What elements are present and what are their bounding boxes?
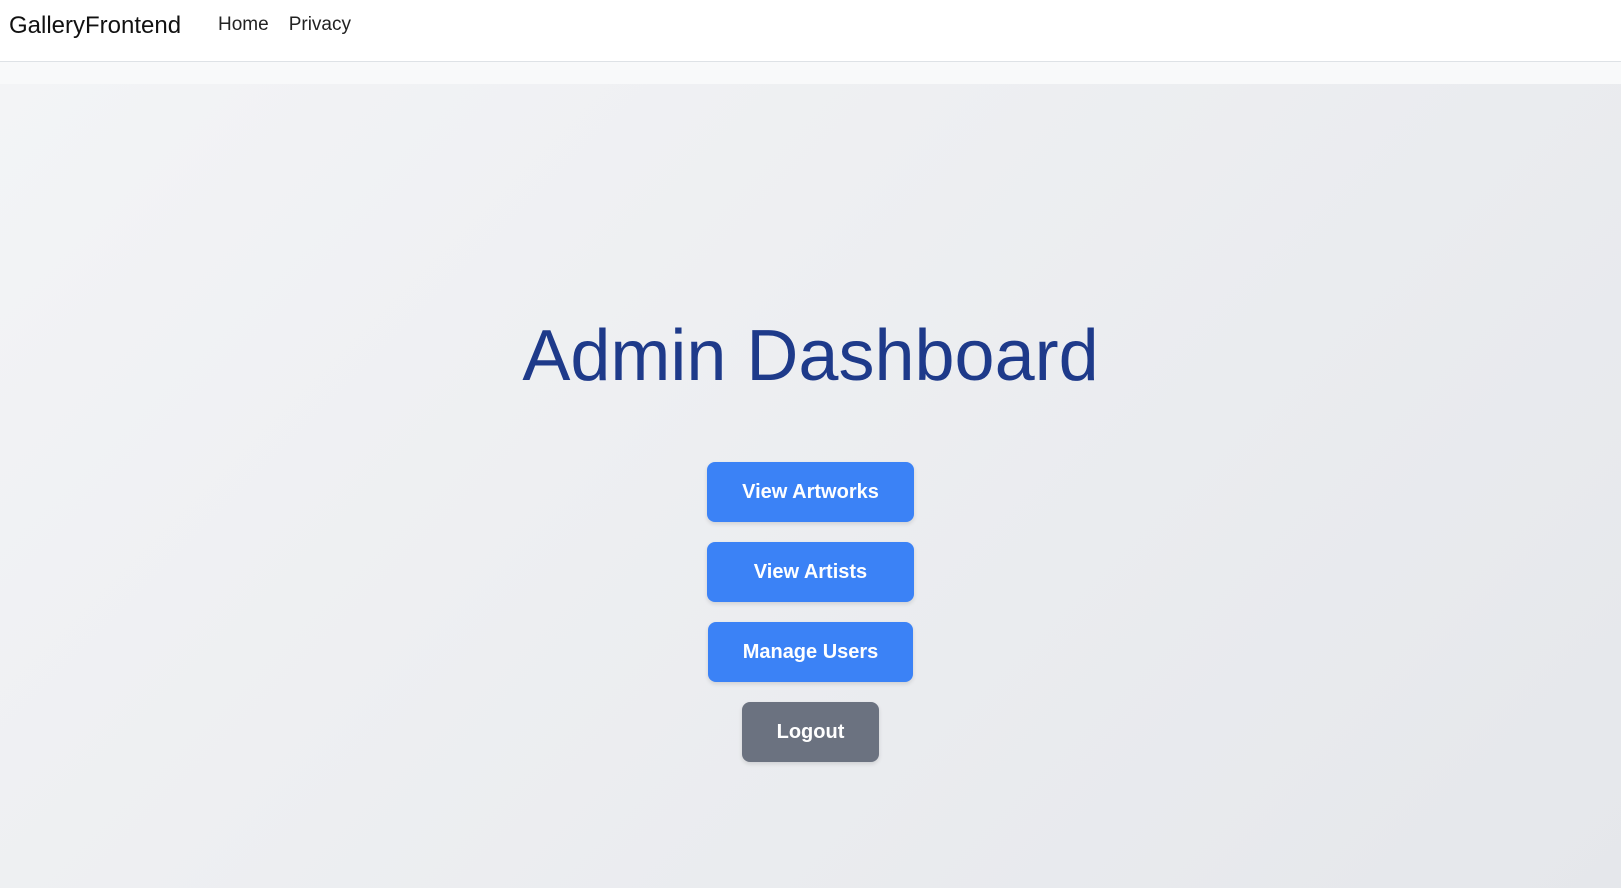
manage-users-button[interactable]: Manage Users xyxy=(707,622,914,682)
view-artists-button[interactable]: View Artists xyxy=(707,542,914,602)
nav-link-home[interactable]: Home xyxy=(218,14,269,36)
header-spacer xyxy=(0,62,1621,84)
view-artworks-button[interactable]: View Artworks xyxy=(707,462,914,522)
top-navbar: GalleryFrontend Home Privacy xyxy=(0,0,1621,62)
logout-button[interactable]: Logout xyxy=(741,702,880,762)
brand-link[interactable]: GalleryFrontend xyxy=(9,12,181,40)
page-title: Admin Dashboard xyxy=(522,316,1099,396)
nav-links: Home Privacy xyxy=(218,14,351,36)
nav-link-privacy[interactable]: Privacy xyxy=(289,14,351,36)
dashboard-container: Admin Dashboard View Artworks View Artis… xyxy=(0,84,1621,888)
dashboard-actions: View Artworks View Artists Manage Users … xyxy=(707,462,914,762)
